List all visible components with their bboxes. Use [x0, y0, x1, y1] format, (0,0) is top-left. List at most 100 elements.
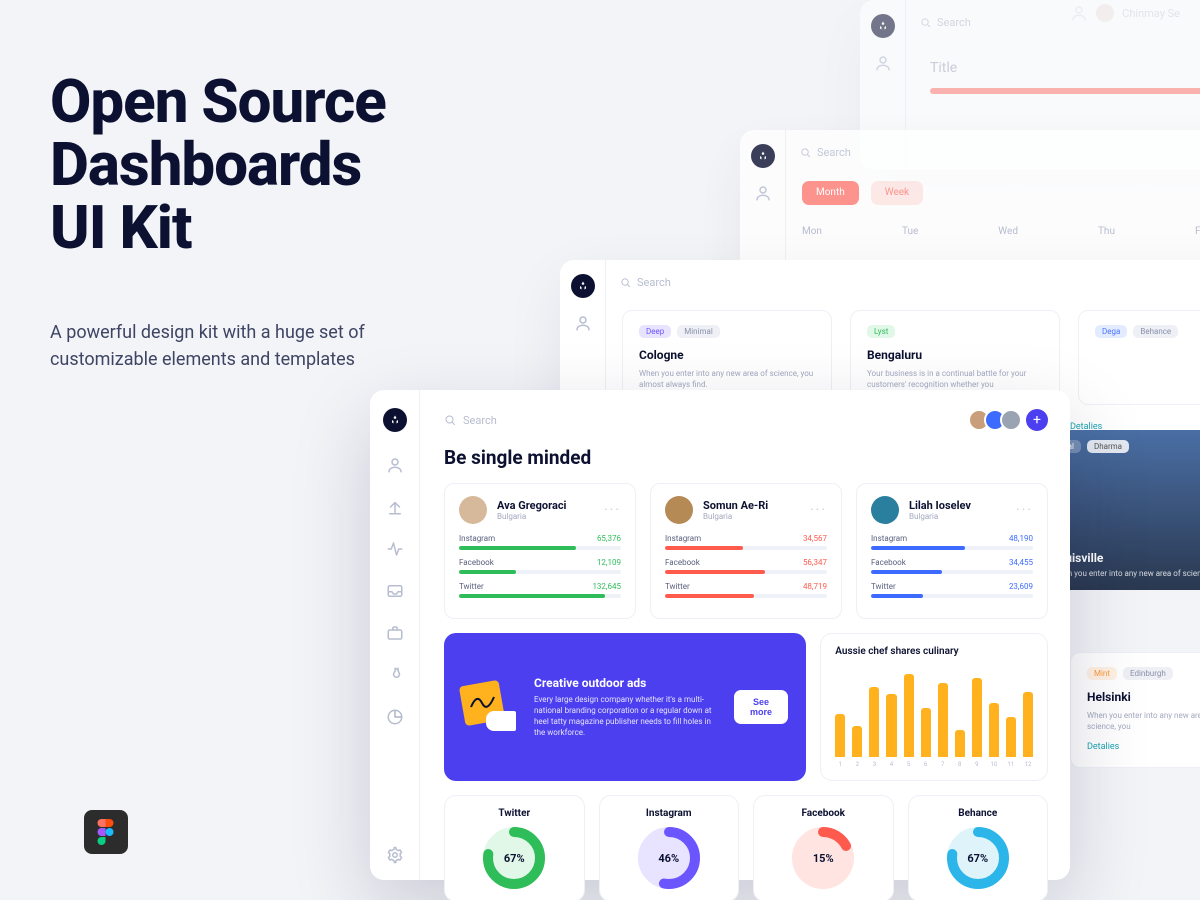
donut-chart: 67% — [947, 827, 1009, 889]
avatar[interactable] — [871, 496, 899, 524]
chart-x-label: 6 — [921, 761, 931, 768]
hero-title: Open Source Dashboards UI Kit — [50, 70, 390, 259]
avatar[interactable] — [1000, 409, 1022, 431]
profile-card: Lilah IoselevBulgaria ···Instagram48,190… — [856, 483, 1048, 619]
search-input[interactable]: Search — [444, 414, 497, 427]
search-icon — [444, 414, 456, 426]
metric-value: 34,455 — [1009, 558, 1033, 567]
metric-value: 12,109 — [597, 558, 621, 567]
chart-bar — [904, 674, 914, 757]
chart-x-label: 12 — [1023, 761, 1033, 768]
chart-bar — [852, 726, 862, 758]
metric-bar — [459, 546, 621, 550]
add-user-button[interactable]: + — [1026, 409, 1048, 431]
metric-bar — [459, 594, 621, 598]
tab-week[interactable]: Week — [871, 181, 923, 205]
chart-x-label: 10 — [989, 761, 999, 768]
tab-month[interactable]: Month — [802, 181, 859, 205]
profile-name: Lilah Ioselev — [909, 499, 971, 512]
settings-icon[interactable] — [386, 846, 404, 864]
donut-card: Behance 67% — [908, 795, 1049, 900]
chart-bar — [938, 683, 948, 757]
bar-chart-card: Aussie chef shares culinary 123456789101… — [820, 633, 1048, 781]
title-label: Title — [930, 60, 957, 76]
donut-chart: 15% — [792, 827, 854, 889]
details-link[interactable]: Detalies — [1070, 412, 1102, 433]
user-icon — [754, 184, 772, 202]
upload-icon[interactable] — [386, 498, 404, 516]
tag: Mint — [1087, 667, 1117, 680]
chart-x-label: 3 — [869, 761, 879, 768]
promo-banner: Creative outdoor ads Every large design … — [444, 633, 806, 781]
flame-icon[interactable] — [386, 666, 404, 684]
metric-label: Facebook — [871, 558, 906, 567]
user-icon — [574, 314, 592, 332]
metric-bar — [871, 546, 1033, 550]
main-dashboard: Search + Be single minded Ava GregoraciB… — [370, 390, 1070, 880]
avatar[interactable] — [665, 496, 693, 524]
profile-sub: Bulgaria — [497, 512, 566, 521]
chart-bar — [835, 714, 845, 757]
tag: Edinburgh — [1123, 667, 1173, 680]
metric-label: Twitter — [665, 582, 690, 591]
donut-card: Twitter 67% — [444, 795, 585, 900]
avatar[interactable] — [459, 496, 487, 524]
chart-x-label: 2 — [852, 761, 862, 768]
pie-icon[interactable] — [386, 708, 404, 726]
tag: Behance — [1133, 325, 1178, 338]
chart-bar — [972, 678, 982, 757]
weekday-row: MonTueWedThuFri — [802, 226, 1200, 237]
logo-icon — [871, 14, 895, 38]
logo-icon[interactable] — [383, 408, 407, 432]
see-more-button[interactable]: See more — [734, 690, 789, 724]
progress-bar — [930, 88, 1200, 94]
search-input[interactable]: Search — [920, 16, 971, 29]
profile-name: Somun Ae-Ri — [703, 499, 768, 512]
page-title: Be single minded — [444, 446, 1048, 469]
chart-bar — [955, 730, 965, 757]
hero: Open Source Dashboards UI Kit A powerful… — [50, 70, 390, 373]
chart-x-label: 7 — [938, 761, 948, 768]
chart-bar — [1023, 692, 1033, 757]
figma-icon — [84, 810, 128, 854]
weekday-label: Tue — [902, 226, 918, 237]
banner-illustration — [462, 683, 518, 731]
more-icon[interactable]: ··· — [810, 502, 827, 518]
search-input[interactable]: Search — [620, 276, 671, 289]
metric-label: Instagram — [665, 534, 701, 543]
weekday-label: Thu — [1098, 226, 1115, 237]
chart-bar — [886, 694, 896, 757]
donut-pct: 15% — [792, 827, 854, 889]
more-icon[interactable]: ··· — [1016, 502, 1033, 518]
metric-label: Instagram — [871, 534, 907, 543]
donut-pct: 46% — [638, 827, 700, 889]
chart-x-label: 11 — [1006, 761, 1016, 768]
profile-sub: Bulgaria — [909, 512, 971, 521]
city-card[interactable]: DegaBehance — [1078, 310, 1200, 405]
city-card-helsinki[interactable]: MintEdinburgh Helsinki When you enter in… — [1070, 652, 1200, 768]
banner-title: Creative outdoor ads — [534, 676, 718, 690]
metric-bar — [665, 570, 827, 574]
donut-card: Instagram 46% — [599, 795, 740, 900]
search-input[interactable]: Search — [800, 146, 851, 159]
activity-icon[interactable] — [386, 540, 404, 558]
hero-subtitle: A powerful design kit with a huge set of… — [50, 319, 390, 373]
profile-name: Ava Gregoraci — [497, 499, 566, 512]
donut-pct: 67% — [947, 827, 1009, 889]
profile-sub: Bulgaria — [703, 512, 768, 521]
metric-value: 34,567 — [803, 534, 827, 543]
tag: Deep — [639, 325, 671, 338]
briefcase-icon[interactable] — [386, 624, 404, 642]
metric-bar — [665, 546, 827, 550]
user-icon — [874, 54, 892, 72]
weekday-label: Fri — [1195, 226, 1200, 237]
city-desc: Your business is in a continual battle f… — [867, 368, 1043, 390]
more-icon[interactable]: ··· — [604, 502, 621, 518]
city-desc: When you enter into any new area of scie… — [639, 368, 815, 390]
details-link[interactable]: Detalies — [1087, 742, 1119, 752]
metric-bar — [665, 594, 827, 598]
user-icon[interactable] — [386, 456, 404, 474]
metric-label: Instagram — [459, 534, 495, 543]
chart-x-label: 5 — [904, 761, 914, 768]
inbox-icon[interactable] — [386, 582, 404, 600]
